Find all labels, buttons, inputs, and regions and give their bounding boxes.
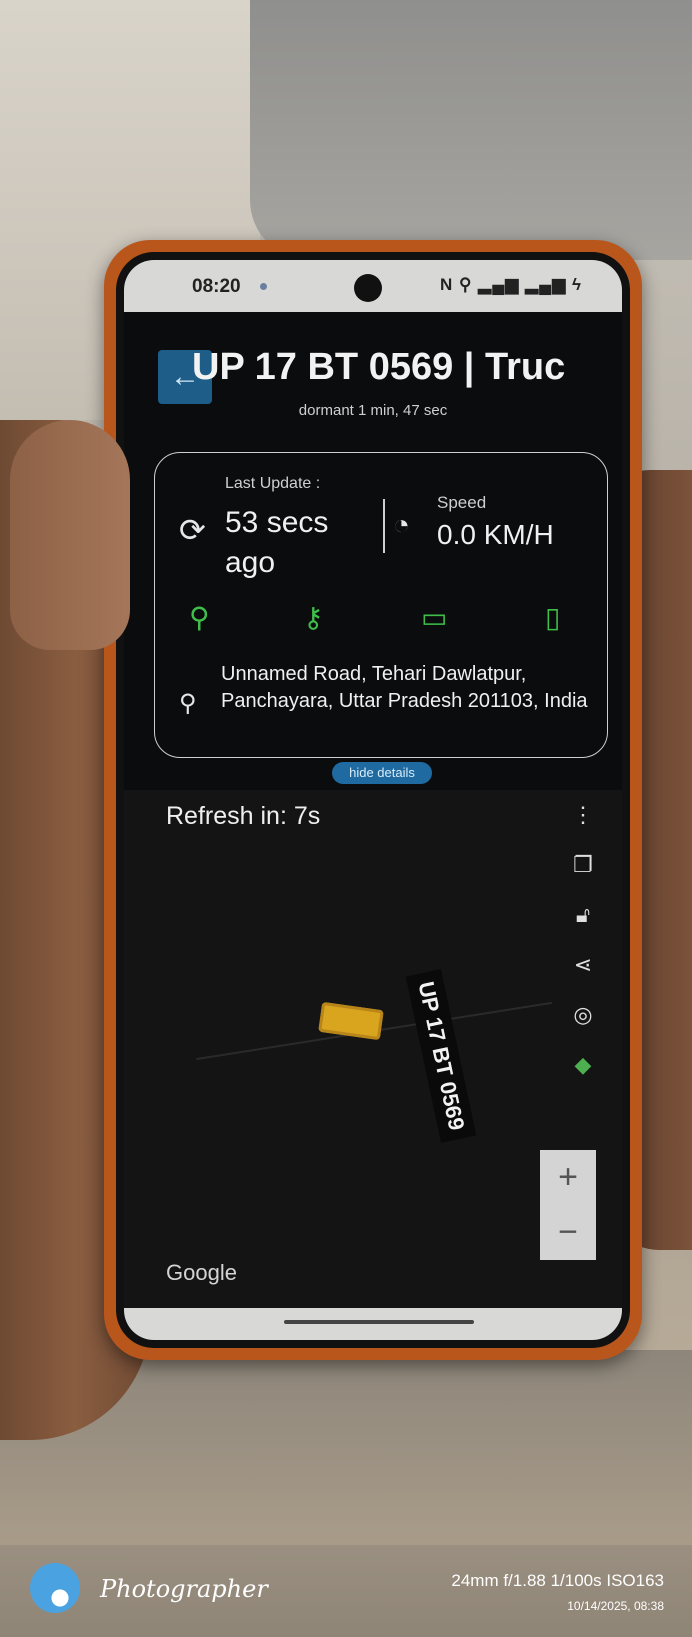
navigation-bar xyxy=(124,1308,622,1340)
refresh-countdown: Refresh in: 7s xyxy=(166,802,321,830)
speed-value: 0.0 KM/H xyxy=(437,519,554,550)
hide-details-button[interactable]: hide details xyxy=(332,762,432,784)
last-update-label: Last Update : xyxy=(225,475,321,492)
key-icon: ⚷ xyxy=(303,602,324,633)
locate-icon[interactable]: ◎ xyxy=(568,1000,598,1030)
speedometer-icon: ◔ xyxy=(393,509,410,540)
sync-icon: ⟳ xyxy=(179,512,206,548)
zoom-out-button[interactable]: − xyxy=(540,1205,596,1260)
phone-screen: 08:20 N ⚲ ▂▄▆ ▂▄▆ ϟ ← UP 17 BT 0569 | Tr… xyxy=(124,260,622,1340)
watermark-brand: Photographer xyxy=(100,1575,268,1603)
more-icon[interactable]: ⋮ xyxy=(568,800,598,830)
last-update-value: 53 secs ago xyxy=(225,506,329,579)
phone-bezel: 08:20 N ⚲ ▂▄▆ ▂▄▆ ϟ ← UP 17 BT 0569 | Tr… xyxy=(116,252,630,1348)
zoom-in-button[interactable]: + xyxy=(540,1150,596,1205)
charging-battery-icon: ▯ xyxy=(545,602,561,633)
details-card: ⟳ Last Update : 53 secs ago ◔ Speed 0.0 … xyxy=(154,452,608,758)
status-bar: 08:20 N ⚲ ▂▄▆ ▂▄▆ ϟ xyxy=(124,260,622,312)
camera-watermark: Photographer 24mm f/1.88 1/100s ISO163 1… xyxy=(0,1545,692,1637)
phone: 08:20 N ⚲ ▂▄▆ ▂▄▆ ϟ ← UP 17 BT 0569 | Tr… xyxy=(104,240,642,1360)
speed-label: Speed xyxy=(437,493,487,512)
camera-brand-logo xyxy=(30,1563,80,1613)
capture-date: 10/14/2025, 08:38 xyxy=(567,1599,664,1613)
location-pin-icon: ⚲ xyxy=(189,602,210,633)
battery-icon: ▭ xyxy=(421,602,448,633)
dormant-status: dormant 1 min, 47 sec xyxy=(298,402,448,419)
notification-dot xyxy=(260,283,267,290)
background-person xyxy=(250,0,692,260)
share-icon[interactable]: ⋖ xyxy=(568,950,598,980)
map-toolbar: ⋮ ❐ 🔓︎ ⋖ ◎ ◆ xyxy=(568,800,598,1100)
divider xyxy=(383,499,385,553)
page-title: UP 17 BT 0569 | Truc xyxy=(192,346,566,388)
status-time: 08:20 xyxy=(192,276,241,297)
thumb xyxy=(10,420,130,650)
zoom-control: + − xyxy=(540,1150,596,1260)
layers-icon[interactable]: ❐ xyxy=(568,850,598,880)
lock-icon[interactable]: 🔓︎ xyxy=(568,900,598,930)
google-maps-icon[interactable]: ◆ xyxy=(568,1050,598,1080)
status-icons: N ⚲ ▂▄▆ ▂▄▆ ϟ xyxy=(439,275,582,294)
home-handle[interactable] xyxy=(284,1320,474,1324)
address-pin-icon: ⚲ xyxy=(179,690,197,717)
google-attribution: Google xyxy=(166,1260,237,1285)
camera-specs: 24mm f/1.88 1/100s ISO163 xyxy=(451,1571,664,1590)
front-camera xyxy=(354,274,382,302)
address-text: Unnamed Road, Tehari Dawlatpur, Panchaya… xyxy=(221,663,588,712)
